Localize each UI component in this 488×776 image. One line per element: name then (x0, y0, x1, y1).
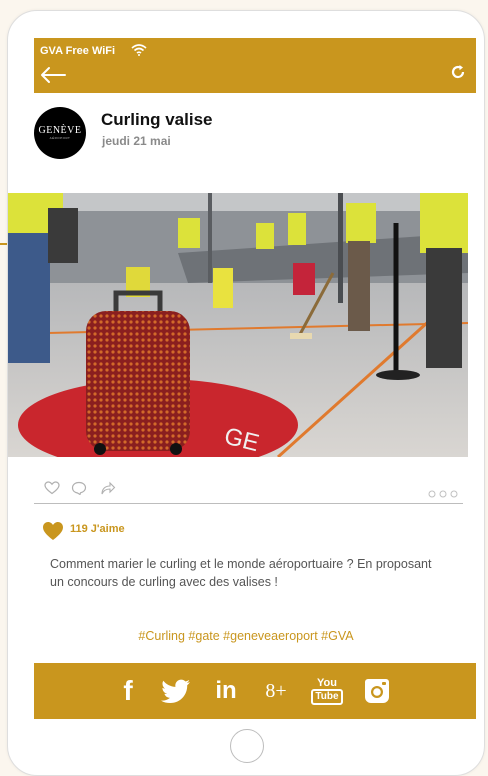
post-caption: Comment marier le curling et le monde aé… (50, 557, 432, 589)
wifi-icon (131, 43, 147, 61)
instagram-icon[interactable] (362, 663, 392, 719)
network-label: GVA Free WiFi (40, 45, 116, 57)
twitter-icon[interactable] (160, 663, 192, 719)
post-date: jeudi 21 mai (102, 134, 171, 148)
heart-outline-icon[interactable] (44, 481, 60, 500)
post-hashtags[interactable]: #Curling #gate #geneveaeroport #GVA (8, 629, 484, 643)
post-title: Curling valise (101, 110, 213, 129)
youtube-icon[interactable]: You Tube (310, 663, 344, 719)
heart-icon[interactable] (42, 521, 64, 546)
linkedin-icon[interactable]: in (210, 663, 242, 719)
googleplus-icon[interactable]: 8+ (260, 663, 292, 719)
avatar[interactable]: GENÈVE AÉROPORT (34, 107, 86, 159)
more-dots-icon[interactable] (428, 485, 458, 503)
youtube-glyph-bottom: Tube (311, 688, 343, 705)
home-button[interactable] (230, 729, 264, 763)
arrow-left-icon[interactable] (39, 66, 67, 89)
photo-illustration: GE (8, 193, 468, 457)
phone-frame: GVA Free WiFi GENÈVE AÉROPORT Curling va… (7, 10, 485, 776)
social-bar: f in 8+ You Tube (34, 663, 476, 719)
facebook-icon[interactable]: f (116, 663, 140, 719)
likes-count[interactable]: 119 J'aime (70, 523, 125, 535)
avatar-subtext: AÉROPORT (49, 135, 71, 140)
divider (34, 503, 463, 504)
share-icon[interactable] (100, 481, 116, 500)
avatar-text: GENÈVE (38, 124, 82, 136)
post-photo[interactable]: GE (8, 193, 468, 457)
youtube-glyph-top: You (317, 676, 337, 689)
refresh-icon[interactable] (450, 64, 466, 85)
comment-icon[interactable] (71, 481, 87, 500)
top-bar: GVA Free WiFi (34, 38, 476, 93)
